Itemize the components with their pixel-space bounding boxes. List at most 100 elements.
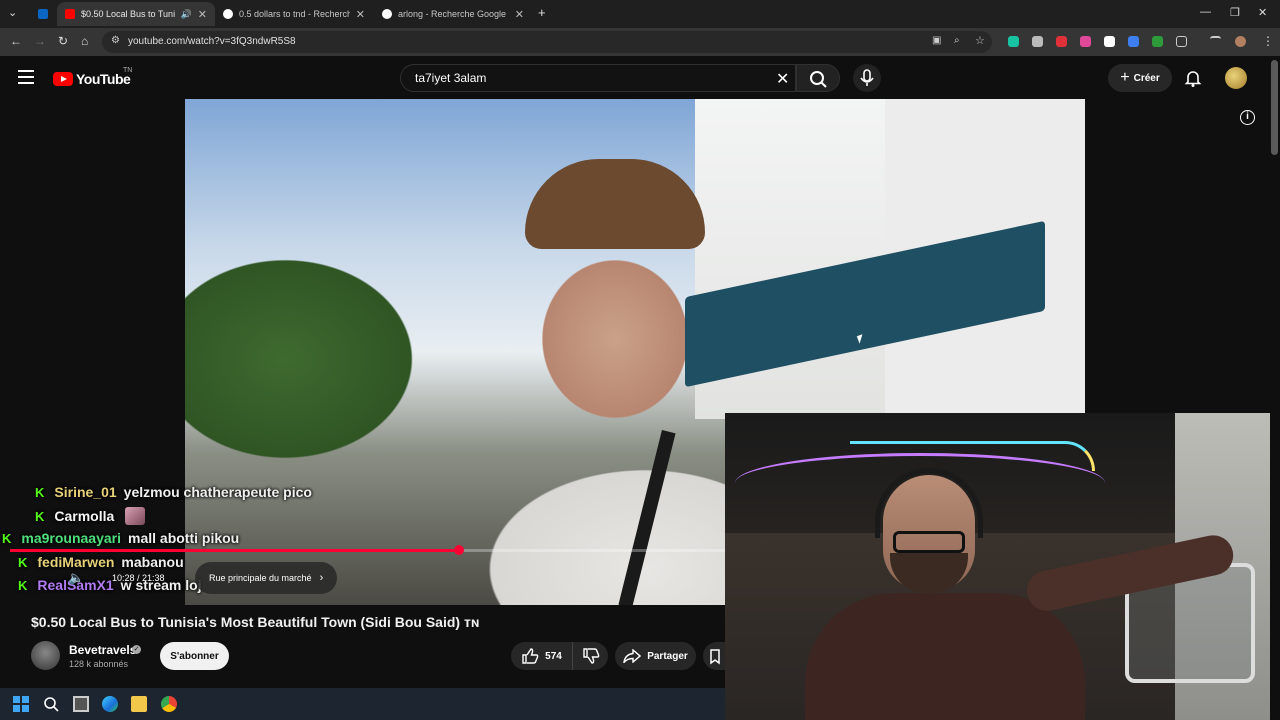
kick-badge-icon: K [2, 530, 12, 546]
channel-avatar[interactable] [31, 641, 60, 670]
extension-icon[interactable] [1008, 36, 1019, 47]
new-tab-button[interactable]: + [538, 5, 546, 20]
streamer-beard [890, 553, 968, 593]
taskbar-search-icon[interactable] [43, 696, 59, 712]
country-code: TN [123, 67, 133, 74]
extension-icon[interactable] [1080, 36, 1091, 47]
account-avatar[interactable] [1225, 67, 1247, 89]
windows-taskbar [0, 688, 725, 720]
browser-tab-bar: ⌄ $0.50 Local Bus to Tunisia's 🔊 ✕ 0.5 d… [0, 0, 1280, 28]
video-frame-strap [618, 429, 676, 605]
site-info-icon[interactable]: ⚙ [111, 35, 120, 46]
tab-search-icon[interactable]: ⌄ [8, 6, 17, 19]
address-bar[interactable]: ⚙ youtube.com/watch?v=3fQ3ndwR5S8 ▣ ⌕ ☆ [102, 31, 992, 53]
chevron-right-icon: › [319, 572, 324, 584]
tab-title: 0.5 dollars to tnd - Recherche G [239, 9, 350, 19]
url-text: youtube.com/watch?v=3fQ3ndwR5S8 [128, 36, 296, 47]
windows-start-icon[interactable] [13, 696, 29, 712]
streamer-body [805, 593, 1085, 720]
profile-avatar[interactable] [1235, 36, 1246, 47]
tab-youtube-video[interactable]: $0.50 Local Bus to Tunisia's 🔊 ✕ [57, 2, 215, 26]
search-button[interactable] [796, 64, 840, 92]
create-button[interactable]: + Créer [1108, 64, 1172, 92]
save-button[interactable] [703, 642, 725, 670]
google-icon [223, 9, 233, 19]
youtube-icon [65, 9, 75, 19]
kick-badge-icon: K [35, 484, 45, 500]
chat-username: ma9rounaayari [21, 530, 121, 546]
browser-menu-icon[interactable]: ⋮ [1262, 34, 1274, 48]
extension-icon[interactable] [1152, 36, 1163, 47]
verified-badge-icon: ✓ [132, 645, 141, 654]
bookmark-icon [710, 649, 720, 665]
share-button[interactable]: Partager [615, 642, 696, 670]
extension-icon[interactable] [1056, 36, 1067, 47]
thumbs-up-icon [522, 648, 539, 664]
time-display: 10:28 / 21:38 [112, 573, 165, 583]
search-input[interactable] [415, 71, 755, 85]
chat-text: yelzmou chatherapeute pico [123, 484, 312, 500]
emote-image [125, 507, 146, 525]
edge-browser-icon[interactable] [102, 696, 118, 712]
plus-icon: + [1120, 69, 1130, 86]
task-view-icon[interactable] [73, 696, 89, 712]
back-button[interactable]: ← [10, 34, 22, 48]
like-button[interactable]: 574 [511, 642, 573, 670]
search-icon [810, 71, 827, 88]
minimize-button[interactable]: — [1200, 6, 1211, 18]
thumbs-down-icon [582, 648, 599, 664]
info-icon[interactable]: i [1240, 110, 1255, 125]
extensions-puzzle-icon[interactable] [1176, 36, 1187, 47]
home-button[interactable]: ⌂ [81, 34, 88, 48]
tab-google-search-1[interactable]: 0.5 dollars to tnd - Recherche G ✕ [215, 2, 373, 26]
maximize-button[interactable]: ❐ [1230, 6, 1240, 19]
tab-media-icon[interactable] [1210, 36, 1221, 47]
forward-button[interactable]: → [34, 34, 46, 48]
chat-message: K Sirine_01 yelzmou chatherapeute pico [35, 484, 312, 500]
tab-title: arlong - Recherche Google [398, 9, 507, 19]
search-box[interactable] [400, 64, 796, 92]
tab-linkedin[interactable] [30, 2, 54, 26]
bell-icon [1184, 71, 1202, 87]
bookmark-star-icon[interactable]: ☆ [975, 34, 985, 47]
volume-icon[interactable]: 🔈 [68, 570, 84, 586]
notifications-button[interactable] [1184, 69, 1202, 92]
tab-google-search-2[interactable]: arlong - Recherche Google ✕ [374, 2, 532, 26]
channel-name[interactable]: Bevetravels [69, 643, 136, 657]
chapter-button[interactable]: Rue principale du marché › [195, 562, 338, 594]
close-tab-icon[interactable]: ✕ [198, 8, 207, 21]
youtube-header: YouTube TN ✕ +Créer [0, 56, 1280, 100]
close-window-button[interactable]: ✕ [1258, 6, 1267, 19]
youtube-logo[interactable]: YouTube TN [53, 67, 132, 87]
close-tab-icon[interactable]: ✕ [515, 8, 524, 21]
share-label: Partager [647, 650, 688, 662]
close-tab-icon[interactable]: ✕ [356, 8, 365, 21]
chapter-title: Rue principale du marché [209, 573, 312, 583]
google-icon [382, 9, 392, 19]
speaker-icon[interactable]: 🔊 [181, 9, 192, 20]
subscribe-button[interactable]: S'abonner [160, 642, 229, 670]
extension-icon[interactable] [1032, 36, 1043, 47]
menu-hamburger-icon[interactable] [18, 70, 34, 84]
youtube-play-icon [53, 72, 73, 86]
extension-icon[interactable] [1104, 36, 1115, 47]
voice-search-button[interactable] [853, 64, 881, 92]
subscriber-count: 128 k abonnés [69, 659, 129, 669]
video-progress-bar[interactable] [10, 545, 725, 555]
zoom-icon[interactable]: ⌕ [954, 35, 960, 46]
dislike-button[interactable] [573, 642, 608, 670]
clear-search-icon[interactable]: ✕ [776, 69, 789, 89]
microphone-icon [860, 69, 874, 86]
led-strip [850, 441, 1095, 471]
page-scrollbar[interactable] [1271, 60, 1278, 155]
file-explorer-icon[interactable] [131, 696, 147, 712]
cast-icon[interactable]: ▣ [932, 35, 941, 46]
reload-button[interactable]: ↻ [58, 34, 68, 48]
like-dislike-group: 574 [511, 642, 608, 670]
chrome-browser-icon[interactable] [161, 696, 177, 712]
extension-icon[interactable] [1128, 36, 1139, 47]
share-arrow-icon [623, 649, 642, 663]
player-controls: 🔈 10:28 / 21:38 Rue principale du marché… [20, 562, 340, 594]
linkedin-icon [38, 9, 48, 19]
tab-title: $0.50 Local Bus to Tunisia's [81, 9, 175, 19]
